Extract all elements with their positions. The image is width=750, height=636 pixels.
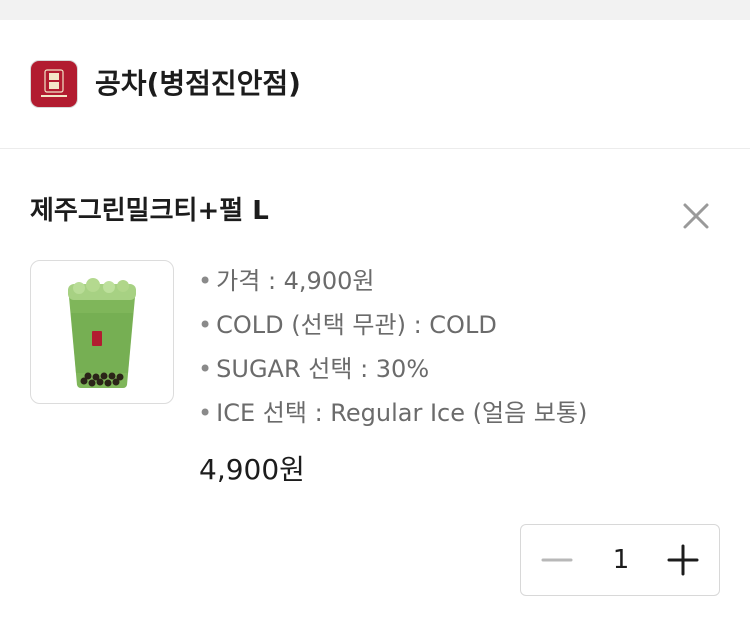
gongcha-logo-icon: [30, 60, 78, 108]
option-text: 가격 : 4,900원: [216, 267, 375, 295]
close-button[interactable]: [676, 196, 716, 236]
store-name: 공차(병점진안점): [95, 67, 301, 100]
minus-icon: [541, 558, 573, 562]
option-text: COLD (선택 무관) : COLD: [216, 311, 497, 339]
decrease-quantity-button[interactable]: [529, 533, 585, 587]
store-header: 공차(병점진안점): [0, 20, 750, 148]
option-line: • ICE 선택 : Regular Ice (얼음 보통): [198, 399, 588, 427]
plus-icon: [667, 544, 699, 576]
item-options-list: • 가격 : 4,900원 • COLD (선택 무관) : COLD • SUGAR…: [198, 262, 587, 438]
close-icon: [683, 203, 709, 229]
product-thumbnail: [30, 260, 174, 404]
quantity-value: 1: [612, 545, 630, 575]
header-divider: [0, 148, 750, 149]
quantity-stepper: 1: [520, 524, 720, 596]
green-milk-tea-cup-icon: [68, 278, 136, 388]
option-text: ICE 선택 : Regular Ice (얼음 보통): [216, 399, 588, 427]
option-line: • SUGAR 선택 : 30%: [198, 355, 430, 383]
item-price: 4,900원: [199, 453, 305, 486]
option-text: SUGAR 선택 : 30%: [216, 355, 430, 383]
increase-quantity-button[interactable]: [655, 533, 711, 587]
item-title: 제주그린밀크티+펄 L: [30, 196, 269, 226]
top-gap-strip: [0, 0, 750, 20]
option-line: • 가격 : 4,900원: [198, 267, 375, 295]
option-line: • COLD (선택 무관) : COLD: [198, 311, 497, 339]
